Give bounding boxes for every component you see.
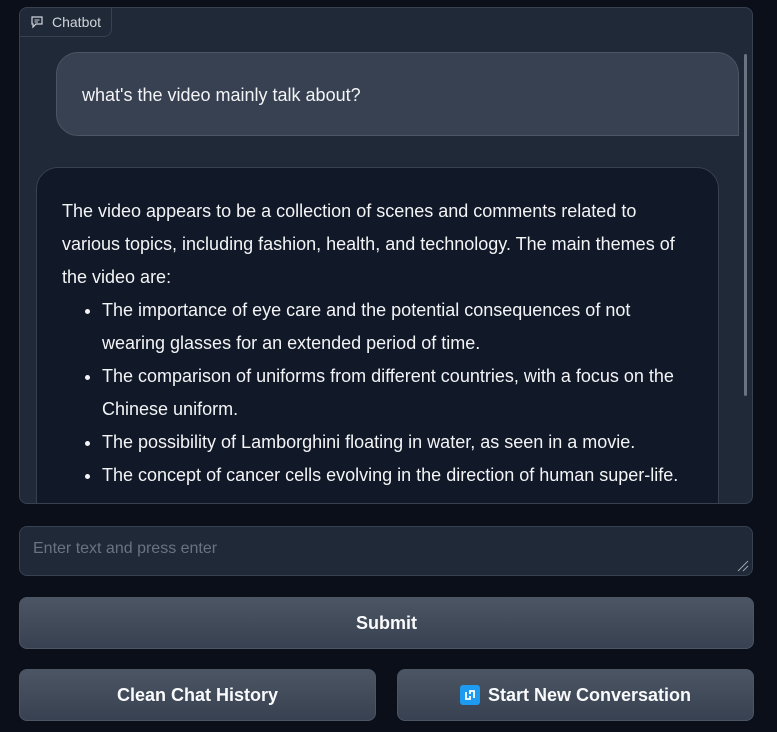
clean-chat-history-button[interactable]: Clean Chat History [19, 669, 376, 721]
list-item: The possibility of Lamborghini floating … [102, 426, 693, 459]
start-new-conversation-label: Start New Conversation [487, 684, 692, 705]
bot-message-intro: The video appears to be a collection of … [62, 201, 675, 287]
submit-button[interactable]: Submit [19, 597, 754, 649]
list-item: The importance of eye care and the poten… [102, 294, 693, 360]
chat-scrollbar[interactable] [744, 54, 747, 396]
list-item: The concept of cancer cells evolving in … [102, 459, 693, 492]
message-input[interactable] [19, 526, 753, 576]
resize-handle-icon[interactable] [734, 557, 750, 573]
chatbot-panel: Chatbot what's the video mainly talk abo… [19, 7, 753, 504]
start-new-conversation-button[interactable]: Start New Conversation [397, 669, 754, 721]
bot-message: The video appears to be a collection of … [36, 167, 719, 503]
list-item: The comparison of uniforms from differen… [102, 360, 693, 426]
chat-bubble-icon [30, 15, 44, 29]
bot-message-list: The importance of eye care and the poten… [62, 294, 693, 492]
clean-chat-history-label: Clean Chat History [116, 684, 279, 705]
user-message-text: what's the video mainly talk about? [82, 85, 361, 105]
user-message: what's the video mainly talk about? [56, 52, 739, 136]
chatbot-label: Chatbot [20, 8, 113, 37]
refresh-icon [459, 685, 480, 705]
submit-button-label: Submit [356, 612, 417, 633]
chatbot-label-text: Chatbot [52, 14, 102, 30]
